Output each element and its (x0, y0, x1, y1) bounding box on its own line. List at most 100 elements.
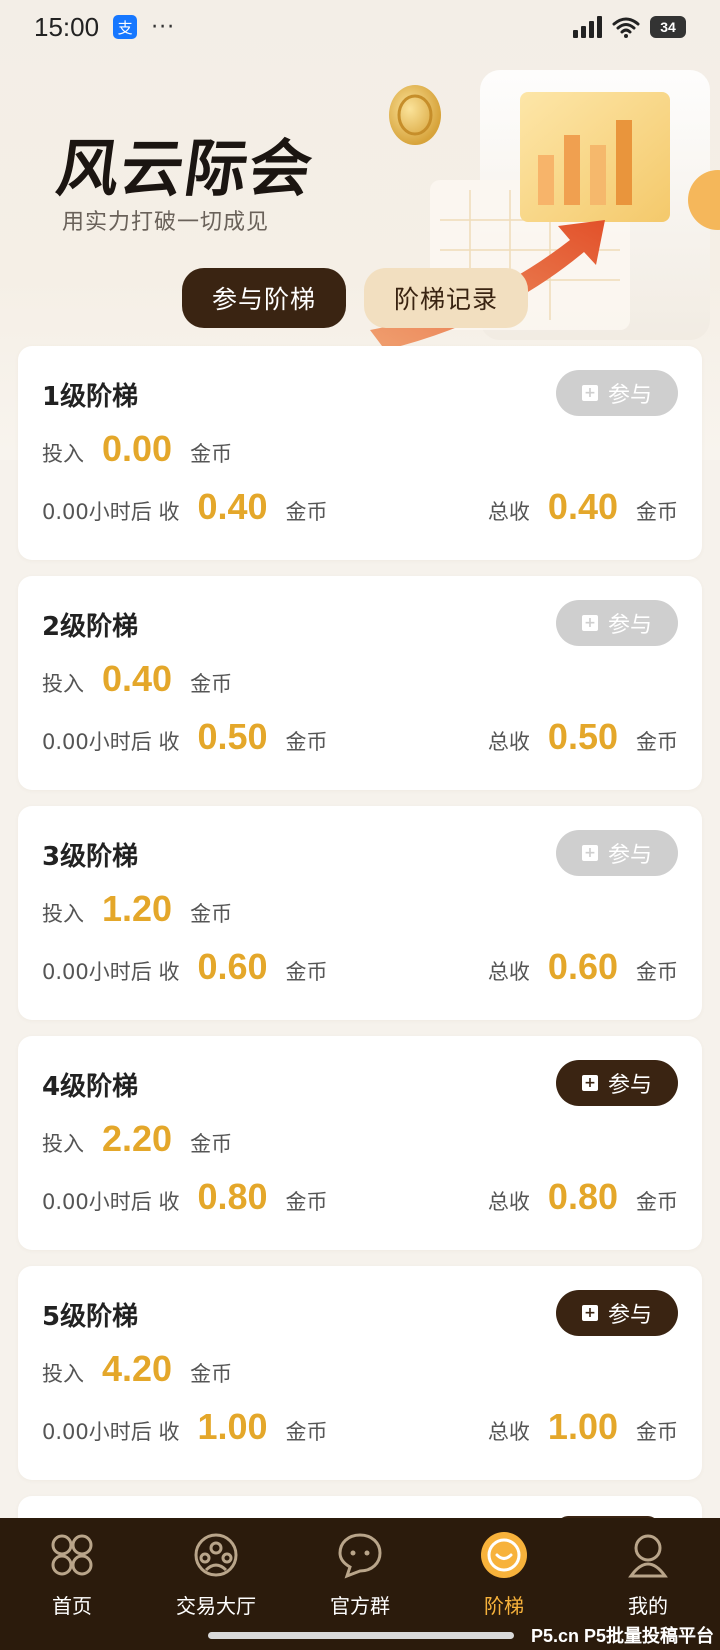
hero-title: 风云际会 (52, 132, 319, 205)
join-button-label: 参与 (607, 383, 652, 408)
coin-unit: 金币 (285, 1420, 328, 1444)
total-label: 总收 (487, 1420, 530, 1444)
coin-unit: 金币 (285, 500, 328, 524)
total-label: 总收 (487, 960, 530, 984)
status-time: 15:00 (34, 11, 100, 42)
coin-unit: 金币 (285, 1190, 328, 1214)
tab-bar: 参与阶梯 阶梯记录 (182, 268, 529, 328)
invest-amount: 2.20 (102, 1118, 173, 1159)
total-label: 总收 (487, 1190, 530, 1214)
signal-icon (573, 16, 602, 38)
total-row: 总收 0.50 金币 (488, 716, 678, 758)
receive-label: 小时后 收 (88, 730, 180, 754)
ladder-card: 5级阶梯 + 参与 投入 4.20 金币 0.00 小时后 收 1.00 金币 … (18, 1266, 702, 1480)
ladder-title: 4级阶梯 (42, 1072, 139, 1102)
coin-unit: 金币 (285, 730, 328, 754)
status-bar: 15:00 支 ··· 34 (0, 0, 720, 54)
receive-amount: 0.50 (197, 716, 268, 757)
nav-item-home[interactable]: 首页 (0, 1518, 144, 1650)
ladder-coin-icon (481, 1532, 527, 1578)
receive-amount: 0.60 (197, 946, 268, 987)
watermark: P5.cn P5批量投稿平台 (530, 1626, 714, 1646)
wifi-icon (612, 17, 640, 38)
nav-label: 官方群 (330, 1594, 390, 1618)
tab-ladder-records[interactable]: 阶梯记录 (364, 268, 529, 328)
invest-row: 投入 0.40 金币 (42, 658, 232, 700)
total-amount: 0.60 (547, 946, 618, 987)
join-button[interactable]: + 参与 (556, 830, 678, 876)
nav-label: 阶梯 (484, 1594, 524, 1618)
invest-row: 投入 4.20 金币 (42, 1348, 232, 1390)
total-label: 总收 (487, 500, 530, 524)
receive-row: 0.00 小时后 收 0.60 金币 (42, 946, 328, 988)
profile-icon (628, 1534, 668, 1578)
tab-join-ladder[interactable]: 参与阶梯 (182, 268, 347, 328)
invest-row: 投入 2.20 金币 (42, 1118, 232, 1160)
receive-row: 0.00 小时后 收 0.50 金币 (42, 716, 328, 758)
total-row: 总收 0.40 金币 (488, 486, 678, 528)
plus-icon: + (581, 385, 598, 401)
receive-label: 小时后 收 (88, 1190, 180, 1214)
receive-label: 小时后 收 (88, 960, 180, 984)
receive-row: 0.00 小时后 收 0.40 金币 (42, 486, 328, 528)
invest-row: 投入 1.20 金币 (42, 888, 232, 930)
ladder-list: 1级阶梯 + 参与 投入 0.00 金币 0.00 小时后 收 0.40 金币 … (18, 346, 702, 1632)
invest-label: 投入 (42, 902, 84, 926)
total-label: 总收 (487, 730, 530, 754)
plus-icon: + (581, 615, 598, 631)
coin-unit: 金币 (190, 1132, 233, 1156)
coin-unit: 金币 (636, 1420, 678, 1444)
coin-unit: 金币 (190, 442, 233, 466)
ladder-title: 3级阶梯 (42, 842, 139, 872)
coin-unit: 金币 (636, 730, 678, 754)
hours-value: 0.00 (42, 500, 89, 524)
receive-label: 小时后 收 (88, 1420, 180, 1444)
coin-unit: 金币 (636, 500, 678, 524)
home-indicator (208, 1632, 514, 1639)
total-row: 总收 0.60 金币 (488, 946, 678, 988)
ladder-card: 2级阶梯 + 参与 投入 0.40 金币 0.00 小时后 收 0.50 金币 … (18, 576, 702, 790)
invest-label: 投入 (42, 672, 84, 696)
join-button[interactable]: + 参与 (556, 1290, 678, 1336)
receive-amount: 0.80 (197, 1176, 268, 1217)
ladder-title: 2级阶梯 (42, 612, 139, 642)
alipay-icon: 支 (113, 15, 138, 39)
invest-amount: 4.20 (102, 1348, 173, 1389)
join-button[interactable]: + 参与 (556, 1060, 678, 1106)
join-button[interactable]: + 参与 (556, 370, 678, 416)
coin-unit: 金币 (190, 902, 233, 926)
invest-amount: 1.20 (102, 888, 173, 929)
home-grid-icon (51, 1534, 93, 1576)
coin-unit: 金币 (285, 960, 328, 984)
coin-unit: 金币 (636, 1190, 678, 1214)
ladder-card: 1级阶梯 + 参与 投入 0.00 金币 0.00 小时后 收 0.40 金币 … (18, 346, 702, 560)
join-button-label: 参与 (607, 613, 652, 638)
hours-value: 0.00 (42, 1190, 89, 1214)
chat-bubble-icon (338, 1533, 382, 1579)
total-amount: 0.80 (547, 1176, 618, 1217)
invest-label: 投入 (42, 442, 84, 466)
nav-label: 首页 (52, 1594, 92, 1618)
total-amount: 1.00 (547, 1406, 618, 1447)
more-dots-icon: ··· (151, 14, 176, 40)
invest-label: 投入 (42, 1362, 84, 1386)
plus-icon: + (581, 845, 598, 861)
nav-item-official-group[interactable]: 官方群 (288, 1518, 432, 1650)
total-amount: 0.50 (547, 716, 618, 757)
nav-item-trade-hall[interactable]: 交易大厅 (144, 1518, 288, 1650)
total-amount: 0.40 (547, 486, 618, 527)
receive-label: 小时后 收 (88, 500, 180, 524)
receive-row: 0.00 小时后 收 0.80 金币 (42, 1176, 328, 1218)
nav-label: 交易大厅 (176, 1594, 256, 1618)
ladder-card: 3级阶梯 + 参与 投入 1.20 金币 0.00 小时后 收 0.60 金币 … (18, 806, 702, 1020)
hours-value: 0.00 (42, 1420, 89, 1444)
hero-subtitle: 用实力打破一切成见 (62, 210, 270, 235)
join-button[interactable]: + 参与 (556, 600, 678, 646)
battery-icon: 34 (650, 16, 686, 38)
coin-unit: 金币 (636, 960, 678, 984)
status-indicators: 34 (573, 16, 686, 38)
total-row: 总收 1.00 金币 (488, 1406, 678, 1448)
receive-amount: 1.00 (197, 1406, 268, 1447)
trade-hall-icon (194, 1533, 238, 1577)
ladder-title: 1级阶梯 (42, 382, 139, 412)
